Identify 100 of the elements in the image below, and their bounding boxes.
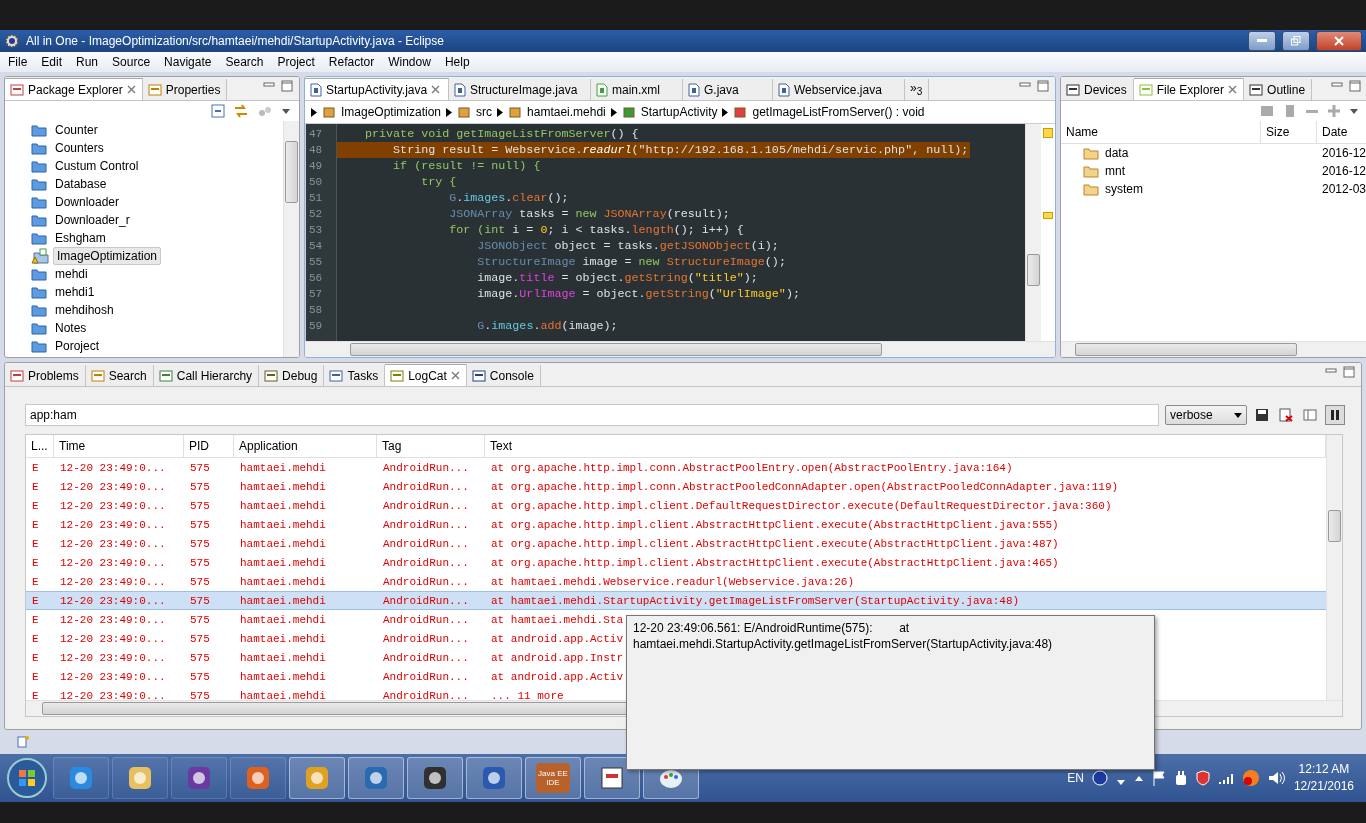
- file-name[interactable]: data: [1105, 146, 1129, 160]
- breadcrumb-item[interactable]: src: [476, 105, 493, 119]
- menu-item[interactable]: Edit: [35, 55, 71, 69]
- column-header[interactable]: Size: [1261, 121, 1317, 144]
- caret-icon[interactable]: [1349, 107, 1359, 115]
- log-row[interactable]: E 12-20 23:49:0... 575 hamtaei.mehdi AndroidRun... at hamtaei.mehdi.StartupActivity.getImageListFromServer(StartupActivity.java:48): [26, 591, 1326, 610]
- scrollbar[interactable]: [283, 121, 299, 357]
- tree-item[interactable]: Downloader: [51, 193, 124, 211]
- speaker-icon[interactable]: [1267, 770, 1286, 786]
- column-header[interactable]: L...: [26, 435, 54, 458]
- breadcrumb-item[interactable]: StartupActivity: [640, 105, 718, 119]
- minimize-icon[interactable]: [1325, 366, 1337, 376]
- breadcrumb-item[interactable]: ImageOptimization: [341, 105, 442, 119]
- column-header[interactable]: Time: [54, 435, 184, 458]
- error-icon[interactable]: [1241, 769, 1260, 787]
- fast-view-icon[interactable]: [16, 735, 30, 749]
- shield-icon[interactable]: [1195, 770, 1210, 786]
- menu-item[interactable]: Navigate: [158, 55, 220, 69]
- pause-button[interactable]: [1325, 405, 1345, 425]
- taskbar-button[interactable]: [171, 757, 227, 799]
- tree-item[interactable]: Counter: [51, 121, 102, 139]
- view-tab[interactable]: LogCat: [385, 364, 467, 386]
- column-header[interactable]: Application: [234, 435, 377, 458]
- view-tab[interactable]: File Explorer: [1133, 78, 1245, 100]
- scrollbar[interactable]: [1025, 124, 1041, 341]
- file-name[interactable]: system: [1105, 182, 1143, 196]
- maximize-icon[interactable]: [1037, 80, 1049, 92]
- taskbar-button[interactable]: [407, 757, 463, 799]
- taskbar-button[interactable]: [289, 757, 345, 799]
- menu-item[interactable]: Project: [271, 55, 323, 69]
- package-icon: [733, 105, 748, 119]
- menu-item[interactable]: Run: [70, 55, 107, 69]
- menu-item[interactable]: Search: [219, 55, 272, 69]
- restore-button[interactable]: [1282, 31, 1310, 51]
- column-header[interactable]: PID: [184, 435, 234, 458]
- clock[interactable]: 12:12 AM 12/21/2016: [1293, 761, 1354, 795]
- log-level-select[interactable]: verbose: [1165, 405, 1247, 425]
- tree-item[interactable]: Downloader_r: [51, 211, 134, 229]
- taskbar-button[interactable]: [584, 757, 640, 799]
- close-icon[interactable]: [126, 85, 136, 94]
- language-indicator[interactable]: EN: [1067, 771, 1084, 785]
- maximize-icon[interactable]: [1349, 80, 1361, 92]
- view-tab[interactable]: Package Explorer: [5, 78, 143, 100]
- minimize-icon[interactable]: [1331, 80, 1343, 90]
- breadcrumb-item[interactable]: hamtaei.mehdi: [527, 105, 606, 119]
- taskbar-button[interactable]: [348, 757, 404, 799]
- menu-item[interactable]: Help: [438, 55, 478, 69]
- tree-item[interactable]: mehdi: [51, 265, 92, 283]
- close-icon[interactable]: [431, 85, 441, 94]
- folder-icon: [31, 231, 47, 245]
- collapse-icon[interactable]: [211, 104, 225, 118]
- menu-item[interactable]: Refactor: [322, 55, 383, 69]
- taskbar-button[interactable]: [230, 757, 286, 799]
- tree-item[interactable]: Poroject: [51, 337, 104, 355]
- taskbar-button[interactable]: Java EE IDE: [525, 757, 581, 799]
- tree-item[interactable]: ImageOptimization: [53, 247, 162, 265]
- column-header[interactable]: Name: [1061, 121, 1261, 144]
- taskbar-button[interactable]: [53, 757, 109, 799]
- start-button[interactable]: [4, 756, 50, 800]
- filter-field[interactable]: app:ham: [25, 404, 1159, 426]
- scrollbar[interactable]: [1326, 435, 1342, 700]
- flag-icon[interactable]: [1151, 770, 1166, 786]
- taskbar-button[interactable]: [466, 757, 522, 799]
- scrollbar[interactable]: [305, 341, 1055, 357]
- signal-icon[interactable]: [1217, 771, 1234, 785]
- caret-icon[interactable]: [281, 107, 291, 115]
- link-icon[interactable]: [233, 104, 249, 118]
- tree-item[interactable]: Custum Control: [51, 157, 143, 175]
- file-tab[interactable]: StartupActivity.java: [305, 78, 449, 100]
- arrow-icon[interactable]: [1133, 774, 1144, 782]
- close-button[interactable]: [1316, 31, 1362, 51]
- tree-item[interactable]: Notes: [51, 319, 91, 337]
- plus-icon[interactable]: [1327, 104, 1341, 118]
- minimize-button[interactable]: [1248, 31, 1276, 51]
- minimize-icon[interactable]: [1019, 80, 1031, 90]
- file-name[interactable]: mnt: [1105, 164, 1125, 178]
- line-number: 53: [308, 223, 324, 238]
- maximize-icon[interactable]: [1343, 366, 1355, 378]
- menu-item[interactable]: File: [2, 55, 36, 69]
- minimize-icon[interactable]: [263, 80, 275, 90]
- breadcrumb-item[interactable]: getImageListFromServer() : void: [752, 105, 925, 119]
- close-icon[interactable]: [1228, 85, 1238, 94]
- menu-item[interactable]: Source: [106, 55, 159, 69]
- menu-item[interactable]: Window: [382, 55, 439, 69]
- column-header[interactable]: Text: [485, 435, 1326, 458]
- save-button[interactable]: [1253, 406, 1271, 424]
- tree-item[interactable]: Eshgham: [51, 229, 110, 247]
- tree-item[interactable]: mehdi1: [51, 283, 99, 301]
- tree-item[interactable]: Database: [51, 175, 111, 193]
- maximize-icon[interactable]: [281, 80, 293, 92]
- tree-item[interactable]: mehdihosh: [51, 301, 118, 319]
- clear-log-button[interactable]: [1277, 406, 1295, 424]
- close-icon[interactable]: [450, 371, 460, 380]
- scrollbar[interactable]: [1061, 341, 1366, 357]
- tree-item[interactable]: Counters: [51, 139, 108, 157]
- taskbar-button[interactable]: [112, 757, 168, 799]
- power-plug-icon[interactable]: [1173, 770, 1188, 786]
- column-header[interactable]: Tag: [377, 435, 485, 458]
- layout-button[interactable]: [1301, 406, 1319, 424]
- help-icon[interactable]: [1091, 770, 1108, 786]
